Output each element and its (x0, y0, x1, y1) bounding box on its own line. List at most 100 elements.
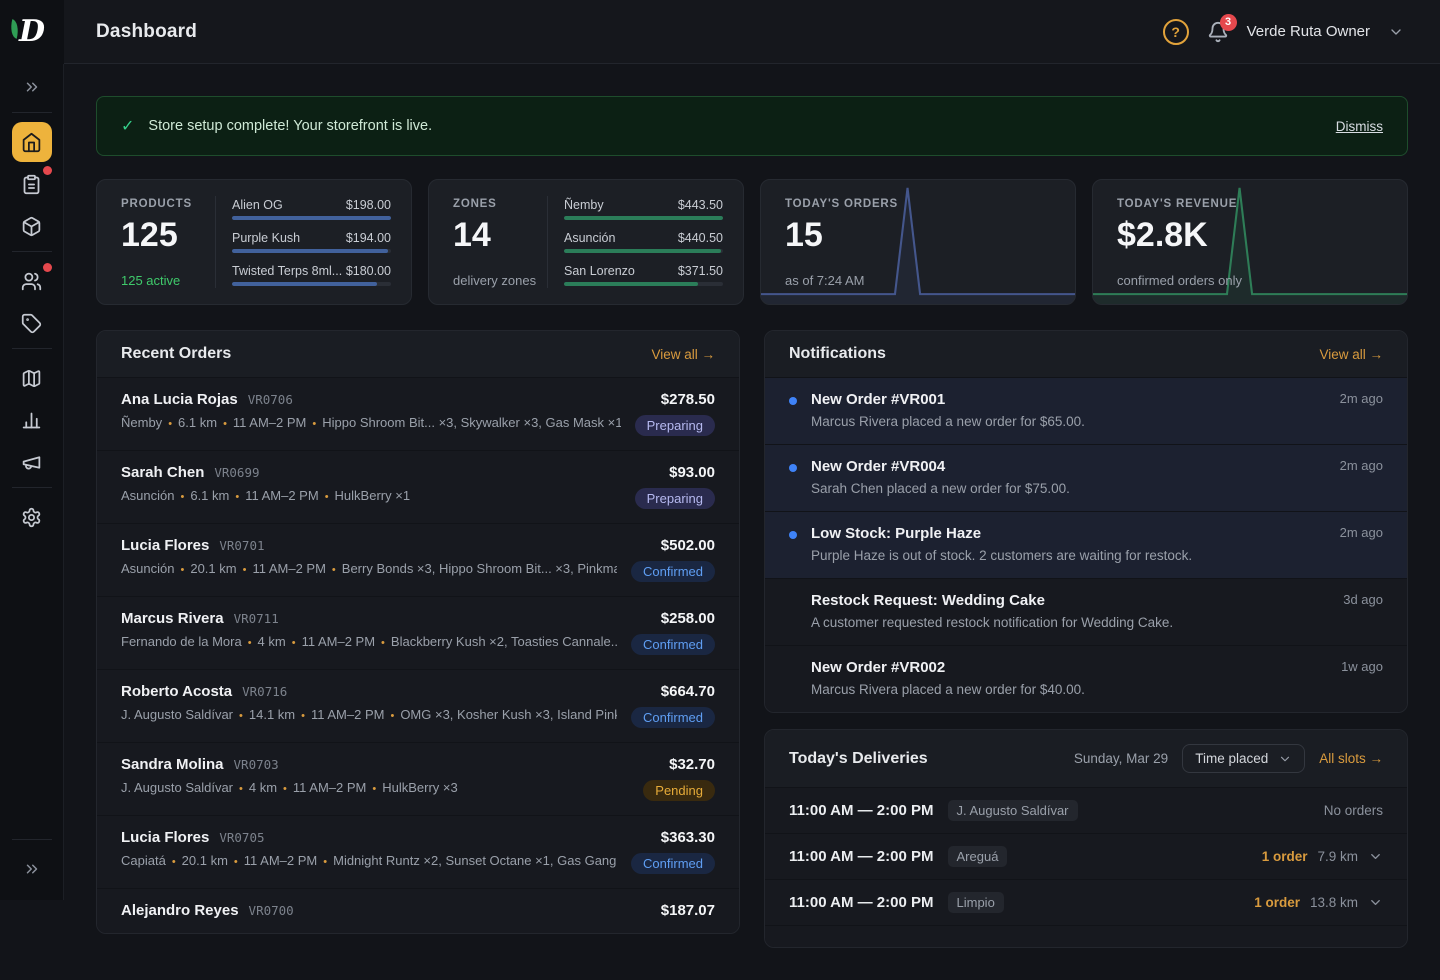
notification-count-badge: 3 (1220, 14, 1237, 31)
sidebar-item-products[interactable] (12, 206, 52, 246)
order-row[interactable]: Lucia Flores VR0705 Capiatá•20.1 km•11 A… (97, 815, 739, 888)
sidebar-item-orders[interactable] (12, 164, 52, 204)
progress-track (232, 282, 391, 286)
order-row[interactable]: Ana Lucia Rojas VR0706 Ñemby•6.1 km•11 A… (97, 377, 739, 450)
setup-complete-banner: ✓ Store setup complete! Your storefront … (96, 96, 1408, 156)
status-badge: Preparing (635, 488, 715, 509)
app-logo[interactable]: D (0, 0, 64, 64)
progress-track (564, 216, 723, 220)
clipboard-icon (21, 174, 42, 195)
progress-track (564, 282, 723, 286)
delivery-slots-list: 11:00 AM — 2:00 PM J. Augusto Saldívar N… (765, 787, 1407, 925)
product-name: Purple Kush (232, 231, 300, 245)
view-all-notifications-link[interactable]: View all → (1319, 347, 1383, 362)
todays-orders-stat-card[interactable]: TODAY'S ORDERS 15 as of 7:24 AM (760, 179, 1076, 305)
order-amount: $278.50 (661, 391, 715, 408)
product-name: Alien OG (232, 198, 283, 212)
dismiss-link[interactable]: Dismiss (1336, 119, 1383, 134)
megaphone-icon (21, 452, 42, 473)
order-code: VR0711 (234, 611, 279, 626)
sidebar-item-tags[interactable] (12, 303, 52, 343)
chevrons-right-icon (23, 78, 41, 96)
top-zone-row: San Lorenzo $371.50 (564, 264, 723, 286)
notification-title: Restock Request: Wedding Cake (811, 592, 1331, 609)
notification-title: New Order #VR002 (811, 659, 1329, 676)
slot-time: 11:00 AM — 2:00 PM (789, 894, 934, 911)
sidebar-item-home[interactable] (12, 122, 52, 162)
stat-sub: 125 active (121, 273, 215, 288)
home-icon (21, 132, 42, 153)
order-amount: $363.30 (661, 829, 715, 846)
sidebar-item-marketing[interactable] (12, 442, 52, 482)
progress-fill (564, 249, 721, 253)
notification-title: New Order #VR004 (811, 458, 1328, 475)
order-amount: $502.00 (661, 537, 715, 554)
sidebar-collapse-toggle[interactable] (0, 846, 63, 890)
unread-dot (789, 397, 797, 405)
status-badge: Confirmed (631, 634, 715, 655)
stat-label: TODAY'S REVENUE (1117, 198, 1242, 210)
user-menu-label[interactable]: Verde Ruta Owner (1247, 23, 1370, 40)
progress-fill (232, 282, 377, 286)
leaf-icon (8, 19, 21, 39)
notification-row[interactable]: New Order #VR001 Marcus Rivera placed a … (765, 377, 1407, 444)
chevron-down-icon[interactable] (1388, 24, 1404, 40)
users-icon (21, 271, 42, 292)
notification-row[interactable]: Low Stock: Purple Haze Purple Haze is ou… (765, 511, 1407, 578)
zone-name: Ñemby (564, 198, 604, 212)
help-icon[interactable]: ? (1163, 19, 1189, 45)
zones-stat-card[interactable]: ZONES 14 delivery zones Ñemby $443.50 (428, 179, 744, 305)
delivery-slot-row[interactable]: 11:00 AM — 2:00 PM Limpio 1 order 13.8 k… (765, 879, 1407, 925)
chevron-down-icon[interactable] (1368, 895, 1383, 910)
notification-row[interactable]: New Order #VR004 Sarah Chen placed a new… (765, 444, 1407, 511)
customer-name: Lucia Flores (121, 537, 209, 554)
notification-time: 2m ago (1340, 525, 1383, 563)
order-meta: Asunción•6.1 km•11 AM–2 PM•HulkBerry ×1 (121, 488, 621, 503)
status-badge: Preparing (635, 415, 715, 436)
status-badge: Confirmed (631, 561, 715, 582)
sort-select[interactable]: Time placed (1182, 744, 1305, 773)
order-row[interactable]: Alejandro Reyes VR0700 $187.07 (97, 888, 739, 933)
sidebar-item-settings[interactable] (12, 497, 52, 537)
order-row[interactable]: Sandra Molina VR0703 J. Augusto Saldívar… (97, 742, 739, 815)
order-row[interactable]: Roberto Acosta VR0716 J. Augusto Saldíva… (97, 669, 739, 742)
customer-name: Sarah Chen (121, 464, 204, 481)
order-code: VR0700 (249, 903, 294, 918)
product-price: $198.00 (346, 198, 391, 212)
order-code: VR0706 (248, 392, 293, 407)
progress-fill (232, 216, 391, 220)
notifications-list: New Order #VR001 Marcus Rivera placed a … (765, 377, 1407, 712)
sidebar-item-zones-map[interactable] (12, 358, 52, 398)
product-price: $180.00 (346, 264, 391, 278)
status-badge: Pending (643, 780, 715, 801)
slot-time: 11:00 AM — 2:00 PM (789, 848, 934, 865)
top-bar: D Dashboard ? 3 Verde Ruta Owner (0, 0, 1440, 64)
top-product-row: Purple Kush $194.00 (232, 231, 391, 253)
products-stat-card[interactable]: PRODUCTS 125 125 active Alien OG $198.00 (96, 179, 412, 305)
panel-title: Today's Deliveries (789, 750, 928, 768)
notifications-bell-button[interactable]: 3 (1207, 21, 1229, 43)
progress-fill (564, 216, 723, 220)
all-slots-link[interactable]: All slots → (1319, 751, 1383, 766)
order-row[interactable]: Marcus Rivera VR0711 Fernando de la Mora… (97, 596, 739, 669)
chevron-down-icon[interactable] (1368, 849, 1383, 864)
notification-row[interactable]: Restock Request: Wedding Cake A customer… (765, 578, 1407, 645)
sidebar-expand-toggle[interactable] (0, 64, 63, 108)
order-row[interactable]: Sarah Chen VR0699 Asunción•6.1 km•11 AM–… (97, 450, 739, 523)
customer-name: Sandra Molina (121, 756, 224, 773)
order-meta: Fernando de la Mora•4 km•11 AM–2 PM•Blac… (121, 634, 617, 649)
todays-revenue-stat-card[interactable]: TODAY'S REVENUE $2.8K confirmed orders o… (1092, 179, 1408, 305)
sidebar-item-analytics[interactable] (12, 400, 52, 440)
deliveries-date: Sunday, Mar 29 (1074, 751, 1168, 766)
top-zones-list: Ñemby $443.50 Asunción $440.50 (547, 196, 743, 288)
stat-sub: as of 7:24 AM (785, 273, 898, 288)
notification-row[interactable]: New Order #VR002 Marcus Rivera placed a … (765, 645, 1407, 712)
slot-zone-chip: Areguá (948, 846, 1008, 867)
delivery-slot-row[interactable]: 11:00 AM — 2:00 PM Areguá 1 order 7.9 km (765, 833, 1407, 879)
view-all-orders-link[interactable]: View all → (651, 347, 715, 362)
order-row[interactable]: Lucia Flores VR0701 Asunción•20.1 km•11 … (97, 523, 739, 596)
delivery-slot-row[interactable]: 11:00 AM — 2:00 PM J. Augusto Saldívar N… (765, 787, 1407, 833)
stat-sub: confirmed orders only (1117, 273, 1242, 288)
sidebar-item-customers[interactable] (12, 261, 52, 301)
slot-order-count: 1 order (1262, 849, 1308, 864)
